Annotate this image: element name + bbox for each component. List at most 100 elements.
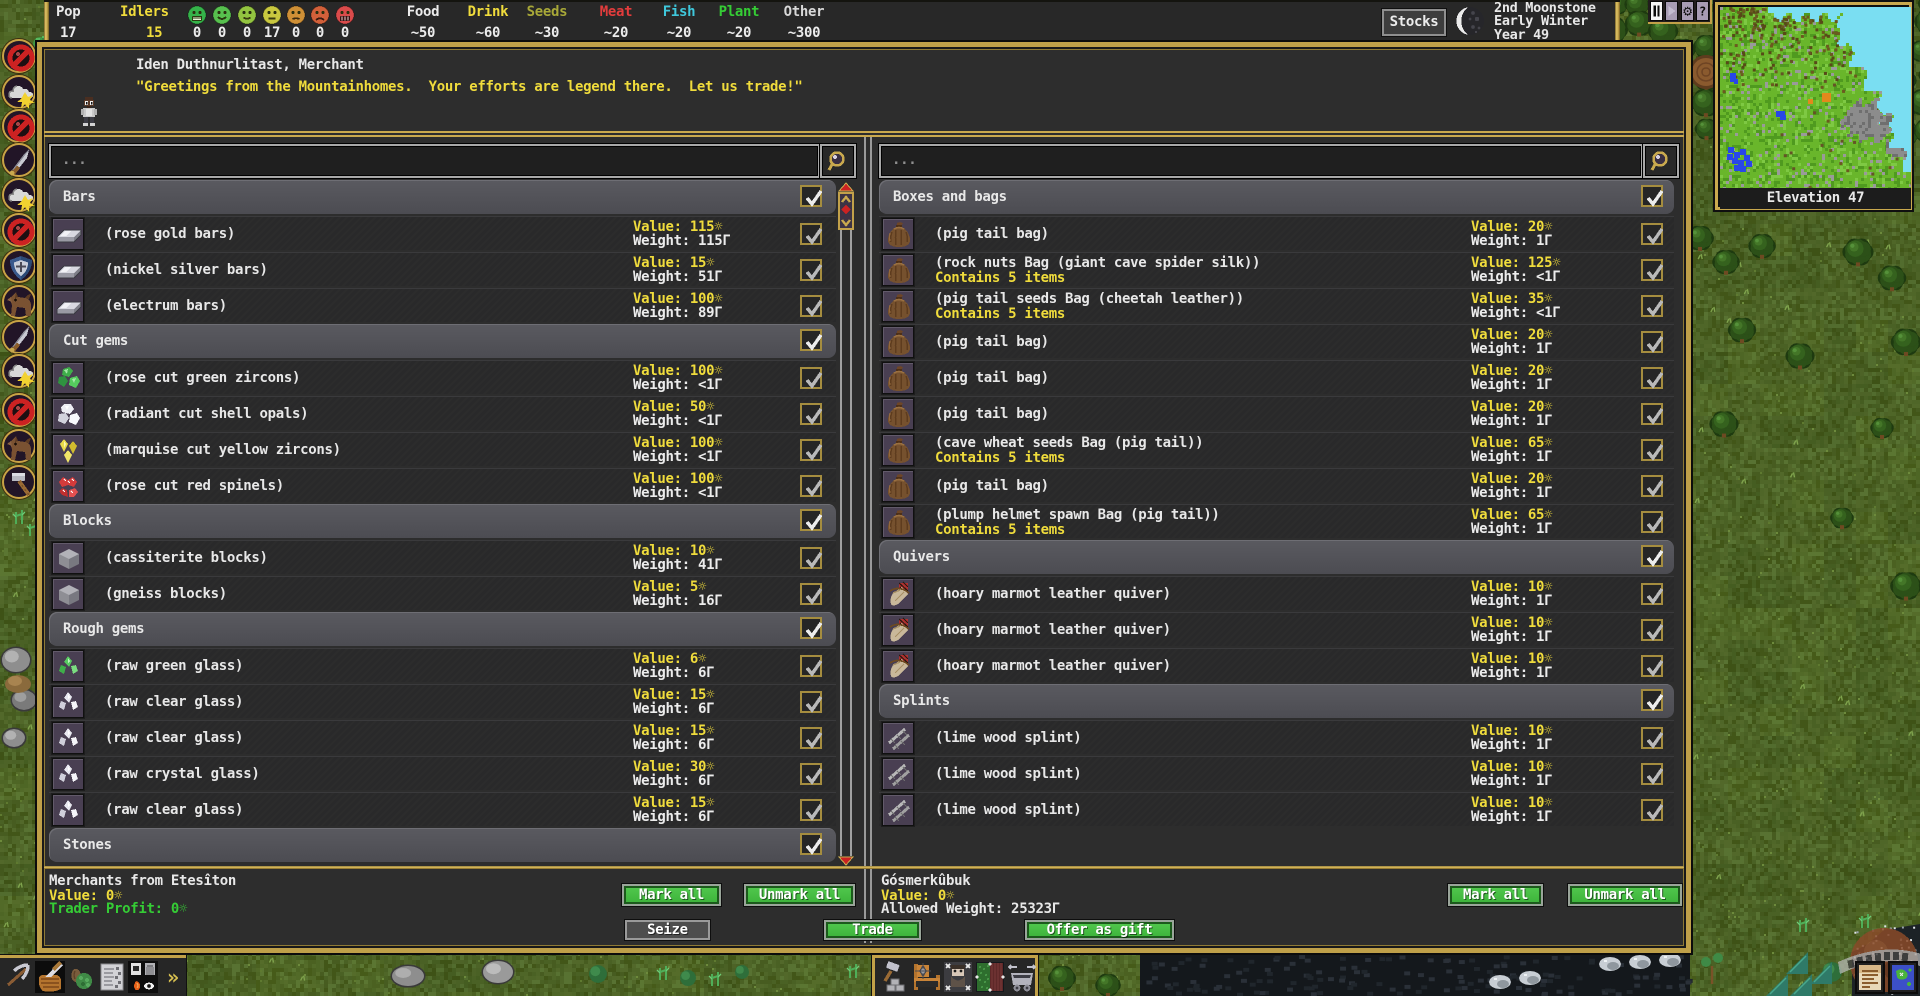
checkbox-checked[interactable] bbox=[800, 329, 822, 351]
trade-item-row[interactable]: (pig tail seeds Bag (cheetah leather))Co… bbox=[879, 288, 1674, 322]
trade-item-row[interactable]: (hoary marmot leather quiver)Value: 10☼W… bbox=[879, 576, 1674, 610]
checkbox-checked[interactable] bbox=[800, 547, 822, 569]
checkbox-checked[interactable] bbox=[1641, 331, 1663, 353]
alert-weather-icon[interactable] bbox=[2, 178, 36, 212]
category-row[interactable]: Rough gems bbox=[49, 612, 836, 646]
trade-item-row[interactable]: (plump helmet spawn Bag (pig tail))Conta… bbox=[879, 504, 1674, 538]
fortress-unmark-all-button[interactable]: Unmark all bbox=[1568, 884, 1682, 906]
scrollbar-thumb[interactable] bbox=[838, 192, 854, 230]
trade-item-row[interactable]: (raw green glass)Value: 6☼Weight: 6Γ bbox=[49, 648, 836, 682]
checkbox-checked[interactable] bbox=[800, 439, 822, 461]
trade-item-row[interactable]: (pig tail bag)Value: 20☼Weight: 1Γ bbox=[879, 468, 1674, 502]
checkbox-checked[interactable] bbox=[1641, 403, 1663, 425]
mining-pick-icon[interactable] bbox=[4, 961, 34, 993]
gather-plants-icon[interactable] bbox=[66, 961, 96, 993]
category-row[interactable]: Blocks bbox=[49, 504, 836, 538]
trade-item-row[interactable]: (gneiss blocks)Value: 5☼Weight: 16Γ bbox=[49, 576, 836, 610]
trade-item-row[interactable]: (lime wood splint)Value: 10☼Weight: 1Γ bbox=[879, 792, 1674, 826]
trade-item-row[interactable]: (lime wood splint)Value: 10☼Weight: 1Γ bbox=[879, 756, 1674, 790]
fortress-mark-all-button[interactable]: Mark all bbox=[1448, 884, 1543, 906]
notes-icon[interactable] bbox=[1855, 961, 1885, 994]
trade-button[interactable]: Trade bbox=[824, 920, 921, 940]
checkbox-checked[interactable] bbox=[800, 259, 822, 281]
checkbox-checked[interactable] bbox=[800, 833, 822, 855]
stockpile-icon[interactable] bbox=[975, 961, 1005, 993]
left-search-button[interactable] bbox=[820, 144, 856, 178]
checkbox-checked[interactable] bbox=[800, 223, 822, 245]
trade-item-row[interactable]: (rose cut green zircons)Value: 100☼Weigh… bbox=[49, 360, 836, 394]
alert-forbidden-icon[interactable] bbox=[2, 109, 36, 143]
checkbox-checked[interactable] bbox=[1641, 799, 1663, 821]
alert-dagger-icon[interactable] bbox=[2, 143, 36, 177]
checkbox-checked[interactable] bbox=[1641, 727, 1663, 749]
checkbox-checked[interactable] bbox=[1641, 439, 1663, 461]
trade-item-row[interactable]: (raw crystal glass)Value: 30☼Weight: 6Γ bbox=[49, 756, 836, 790]
checkbox-checked[interactable] bbox=[800, 617, 822, 639]
checkbox-checked[interactable] bbox=[800, 475, 822, 497]
trade-item-row[interactable]: (pig tail bag)Value: 20☼Weight: 1Γ bbox=[879, 396, 1674, 430]
stocks-button[interactable]: Stocks bbox=[1382, 9, 1446, 36]
checkbox-checked[interactable] bbox=[800, 727, 822, 749]
expand-toolbar-button[interactable]: » bbox=[158, 963, 184, 991]
play-icon[interactable] bbox=[1665, 1, 1678, 21]
trade-item-row[interactable]: (pig tail bag)Value: 20☼Weight: 1Γ bbox=[879, 360, 1674, 394]
category-row[interactable]: Quivers bbox=[879, 540, 1674, 574]
trade-item-row[interactable]: (hoary marmot leather quiver)Value: 10☼W… bbox=[879, 648, 1674, 682]
right-search-button[interactable] bbox=[1643, 144, 1679, 178]
furniture-bed-icon[interactable] bbox=[911, 961, 941, 993]
trade-item-row[interactable]: (hoary marmot leather quiver)Value: 10☼W… bbox=[879, 612, 1674, 646]
alert-forbidden-icon[interactable] bbox=[2, 213, 36, 247]
checkbox-checked[interactable] bbox=[800, 403, 822, 425]
alert-donkey-icon[interactable] bbox=[2, 285, 36, 319]
category-row[interactable]: Boxes and bags bbox=[879, 180, 1674, 214]
alert-weather-icon[interactable] bbox=[2, 75, 36, 109]
category-row[interactable]: Splints bbox=[879, 684, 1674, 718]
trade-item-row[interactable]: (pig tail bag)Value: 20☼Weight: 1Γ bbox=[879, 324, 1674, 358]
trade-item-row[interactable]: (cave wheat seeds Bag (pig tail))Contain… bbox=[879, 432, 1674, 466]
checkbox-checked[interactable] bbox=[800, 655, 822, 677]
checkbox-checked[interactable] bbox=[1641, 655, 1663, 677]
merchant-mark-all-button[interactable]: Mark all bbox=[622, 884, 721, 906]
left-search-input[interactable]: ... bbox=[49, 144, 820, 178]
checkbox-checked[interactable] bbox=[1641, 185, 1663, 207]
trade-item-row[interactable]: (lime wood splint)Value: 10☼Weight: 1Γ bbox=[879, 720, 1674, 754]
offer-as-gift-button[interactable]: Offer as gift bbox=[1025, 920, 1174, 940]
category-row[interactable]: Stones bbox=[49, 828, 836, 862]
trade-item-row[interactable]: (raw clear glass)Value: 15☼Weight: 6Γ bbox=[49, 684, 836, 718]
alert-weather-icon[interactable] bbox=[2, 354, 36, 388]
trade-item-row[interactable]: (rose gold bars)Value: 115☼Weight: 115Γ bbox=[49, 216, 836, 250]
checkbox-checked[interactable] bbox=[800, 691, 822, 713]
checkbox-checked[interactable] bbox=[1641, 763, 1663, 785]
trade-item-row[interactable]: (rose cut red spinels)Value: 100☼Weight:… bbox=[49, 468, 836, 502]
trade-item-row[interactable]: (raw clear glass)Value: 15☼Weight: 6Γ bbox=[49, 720, 836, 754]
trade-item-row[interactable]: (electrum bars)Value: 100☼Weight: 89Γ bbox=[49, 288, 836, 322]
checkbox-checked[interactable] bbox=[1641, 295, 1663, 317]
checkbox-checked[interactable] bbox=[800, 763, 822, 785]
checkbox-checked[interactable] bbox=[1641, 619, 1663, 641]
checkbox-checked[interactable] bbox=[800, 367, 822, 389]
checkbox-checked[interactable] bbox=[800, 799, 822, 821]
checkbox-checked[interactable] bbox=[1641, 475, 1663, 497]
checkbox-checked[interactable] bbox=[1641, 223, 1663, 245]
trade-item-row[interactable]: (pig tail bag)Value: 20☼Weight: 1Γ bbox=[879, 216, 1674, 250]
checkbox-checked[interactable] bbox=[1641, 511, 1663, 533]
alert-hammer-icon[interactable] bbox=[2, 465, 36, 499]
right-search-input[interactable]: ... bbox=[879, 144, 1643, 178]
trade-item-row[interactable]: (cassiterite blocks)Value: 10☼Weight: 41… bbox=[49, 540, 836, 574]
checkbox-checked[interactable] bbox=[1641, 583, 1663, 605]
help-icon[interactable]: ? bbox=[1696, 1, 1709, 21]
checkbox-checked[interactable] bbox=[800, 583, 822, 605]
checkbox-checked[interactable] bbox=[800, 295, 822, 317]
chop-trees-icon[interactable] bbox=[35, 961, 65, 993]
category-row[interactable]: Bars bbox=[49, 180, 836, 214]
pause-icon[interactable] bbox=[1650, 1, 1663, 21]
checkbox-checked[interactable] bbox=[1641, 545, 1663, 567]
misc-designations-icon[interactable] bbox=[128, 961, 158, 993]
left-list-scrollbar[interactable] bbox=[838, 182, 854, 866]
checkbox-checked[interactable] bbox=[800, 185, 822, 207]
seize-button[interactable]: Seize bbox=[625, 920, 710, 940]
trade-item-row[interactable]: (raw clear glass)Value: 15☼Weight: 6Γ bbox=[49, 792, 836, 826]
scroll-down-icon[interactable] bbox=[838, 856, 854, 866]
checkbox-checked[interactable] bbox=[1641, 259, 1663, 281]
alert-shield-icon[interactable] bbox=[2, 249, 36, 283]
